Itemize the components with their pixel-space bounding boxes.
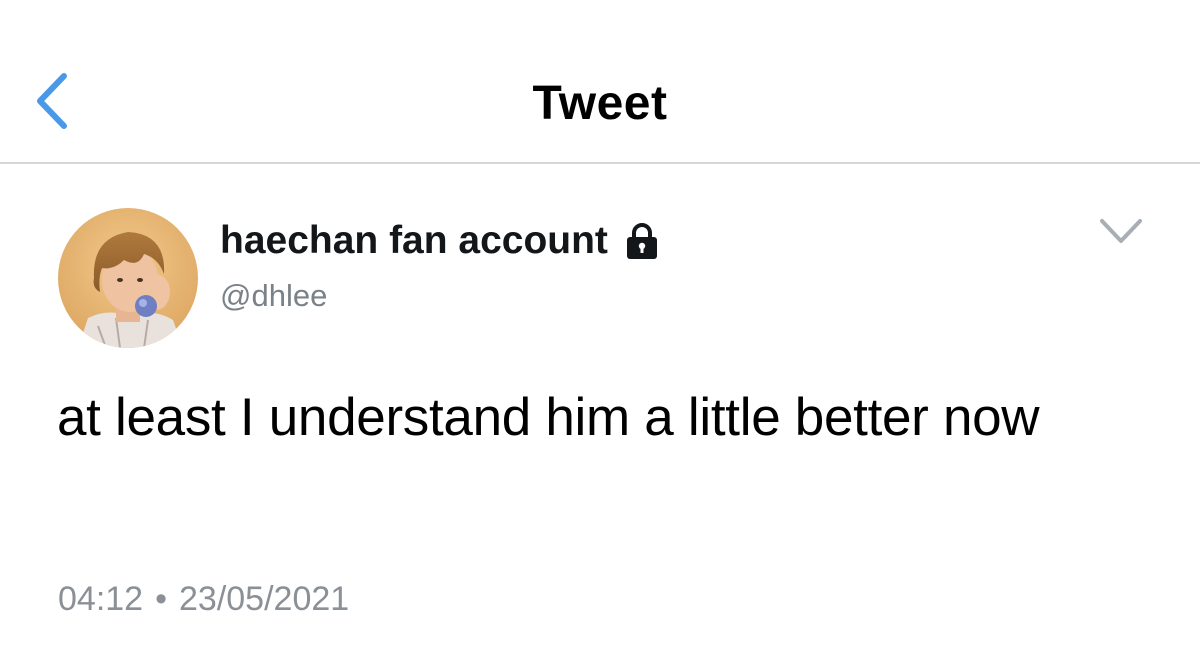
tweet-options-button[interactable]	[1098, 215, 1144, 247]
meta-separator: •	[155, 580, 167, 618]
chevron-down-icon	[1100, 219, 1142, 243]
avatar[interactable]	[58, 208, 198, 348]
tweet-time: 04:12	[58, 580, 144, 618]
tweet-timestamp: 04:12 • 23/05/2021	[58, 580, 349, 619]
tweet-date: 23/05/2021	[179, 580, 350, 618]
tweet-text: at least I understand him a little bette…	[57, 388, 1040, 447]
avatar-image	[58, 208, 198, 348]
tweet-detail-screen: Tweet haechan fan account @dhlee at leas…	[0, 0, 1200, 671]
author-handle[interactable]: @dhlee	[220, 278, 327, 314]
navigation-bar: Tweet	[0, 0, 1200, 164]
page-title: Tweet	[532, 77, 668, 130]
lock-icon	[624, 221, 660, 261]
author-name-row[interactable]: haechan fan account	[220, 216, 660, 266]
display-name: haechan fan account	[220, 219, 608, 262]
